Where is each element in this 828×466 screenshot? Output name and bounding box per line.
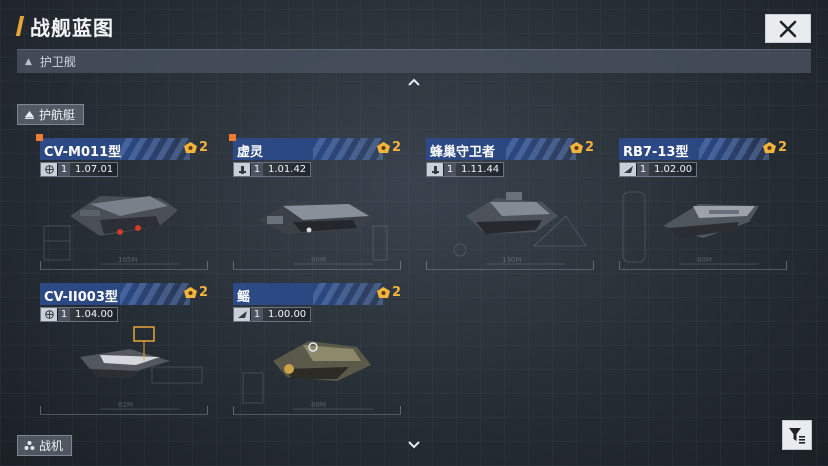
tower-icon	[427, 163, 443, 176]
blueprint-token-icon	[569, 142, 583, 153]
ship-card[interactable]: 88M 鳐 2 1 1.00.00	[233, 283, 401, 415]
blueprint-count: 2	[183, 285, 208, 300]
section-escort[interactable]: 护航艇	[17, 104, 85, 125]
ship-level: 1	[58, 308, 70, 321]
chevron-down-icon[interactable]	[407, 440, 421, 450]
ship-name-bar: RB7-13型	[619, 138, 769, 160]
ship-image	[60, 176, 188, 248]
ship-stats: 1 1.07.01	[40, 162, 119, 177]
blueprint-token-icon	[376, 287, 390, 298]
ship-level: 1	[58, 163, 70, 176]
ship-card[interactable]: 82M CV-II003型 2 1 1.04.00	[40, 283, 208, 415]
close-icon	[779, 20, 797, 37]
ship-level: 1	[251, 308, 263, 321]
section-label: 护航艇	[39, 108, 76, 122]
blueprint-count: 2	[569, 140, 594, 155]
ship-name-bar: CV-M011型	[40, 138, 190, 160]
fighter-class-icon	[24, 441, 35, 450]
count-value: 2	[584, 140, 594, 155]
blueprint-token-icon	[183, 287, 197, 298]
ship-class-icon	[25, 111, 34, 119]
section-fighter[interactable]: 战机	[17, 435, 73, 456]
ship-name: 虚灵	[237, 145, 264, 160]
ship-name: 鳐	[237, 290, 251, 305]
section-label: 战机	[39, 439, 64, 453]
ship-name: RB7-13型	[623, 145, 689, 160]
title-accent	[15, 16, 25, 36]
close-button[interactable]	[765, 14, 811, 43]
blueprint-count: 2	[183, 140, 208, 155]
ship-stats: 1 1.04.00	[40, 307, 119, 322]
ship-image	[446, 176, 574, 248]
ship-stats: 1 1.02.00	[619, 162, 698, 177]
new-marker	[36, 134, 43, 141]
ship-name-bar: 鳐	[233, 283, 383, 305]
ship-name-bar: 虚灵	[233, 138, 383, 160]
count-value: 2	[198, 285, 208, 300]
blueprint-token-icon	[183, 142, 197, 153]
ship-multiplier: 1.04.00	[70, 308, 118, 321]
ship-stats: 1 1.11.44	[426, 162, 505, 177]
ship-name: 蜂巢守卫者	[430, 145, 496, 160]
ship-multiplier: 1.07.01	[70, 163, 118, 176]
ship-image	[253, 321, 381, 393]
blueprint-token-icon	[762, 142, 776, 153]
top-bar: 战舰蓝图	[0, 0, 828, 48]
category-bar-frigate[interactable]: ▲ 护卫舰	[17, 49, 811, 73]
count-value: 2	[198, 140, 208, 155]
ship-card[interactable]: 80M RB7-13型 2 1 1.02.00	[619, 138, 787, 270]
ship-name-bar: 蜂巢守卫者	[426, 138, 576, 160]
blueprint-count: 2	[762, 140, 787, 155]
category-label: 护卫舰	[39, 55, 76, 69]
globe-icon	[41, 163, 57, 176]
ship-card[interactable]: 130M 蜂巢守卫者 2 1 1.11.44	[426, 138, 594, 270]
chevron-up-icon[interactable]	[407, 77, 421, 87]
tower-icon	[234, 163, 250, 176]
ship-image	[253, 176, 381, 248]
ship-multiplier: 1.01.42	[263, 163, 311, 176]
ship-level: 1	[251, 163, 263, 176]
count-value: 2	[777, 140, 787, 155]
count-value: 2	[391, 285, 401, 300]
ship-card[interactable]: 90M 虚灵 2 1 1.01.42	[229, 134, 401, 270]
new-marker	[229, 134, 236, 141]
ship-multiplier: 1.02.00	[649, 163, 697, 176]
ship-multiplier: 1.11.44	[456, 163, 504, 176]
ship-image	[60, 321, 188, 393]
count-value: 2	[391, 140, 401, 155]
filter-icon	[789, 428, 805, 444]
wing-icon	[620, 163, 636, 176]
filter-button[interactable]	[782, 420, 812, 450]
blueprint-token-icon	[376, 142, 390, 153]
page-title: 战舰蓝图	[30, 16, 114, 40]
blueprint-count: 2	[376, 140, 401, 155]
globe-icon	[41, 308, 57, 321]
ship-level: 1	[444, 163, 456, 176]
ship-level: 1	[637, 163, 649, 176]
wing-icon	[234, 308, 250, 321]
ship-stats: 1 1.00.00	[233, 307, 312, 322]
ship-name-bar: CV-II003型	[40, 283, 190, 305]
ship-image	[639, 176, 767, 248]
ship-name: CV-II003型	[44, 290, 118, 305]
ship-multiplier: 1.00.00	[263, 308, 311, 321]
triangle-up-icon: ▲	[25, 56, 32, 67]
ship-name: CV-M011型	[44, 145, 122, 160]
ship-card[interactable]: 105M CV-M011型 2 1 1.07.01	[36, 134, 208, 270]
ship-stats: 1 1.01.42	[233, 162, 312, 177]
blueprint-count: 2	[376, 285, 401, 300]
